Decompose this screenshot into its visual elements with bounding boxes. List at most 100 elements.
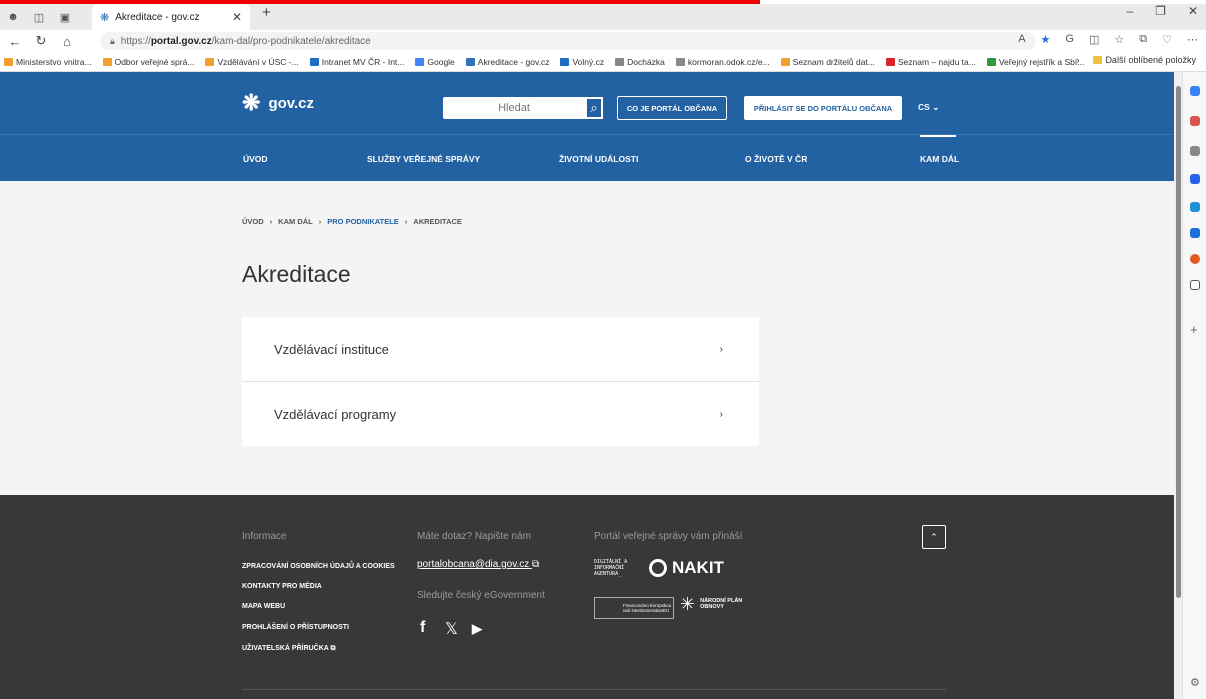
extension-icon[interactable]: G <box>1065 33 1074 46</box>
notes-icon[interactable] <box>1190 280 1200 290</box>
card-divider <box>242 381 759 382</box>
bookmark-item[interactable]: Veřejný rejstřík a Sbí... <box>986 57 1084 67</box>
nakit-logo[interactable]: NAKIT <box>649 558 724 578</box>
breadcrumb-uvod[interactable]: ÚVOD <box>242 217 264 226</box>
drop-icon[interactable] <box>1190 254 1200 264</box>
games-icon[interactable] <box>1190 174 1200 184</box>
profile-icon[interactable]: ☻ <box>0 11 26 23</box>
lock-icon[interactable]: 🔒︎ <box>110 36 115 47</box>
gov-logo[interactable]: ❋ gov.cz <box>242 90 314 116</box>
shopping-icon[interactable] <box>1190 116 1200 126</box>
footer-link-manual[interactable]: UŽIVATELSKÁ PŘÍRUČKA ⧉ <box>242 645 336 653</box>
bookmark-item[interactable]: Ministerstvo vnitra... <box>4 57 92 67</box>
favorite-star-icon[interactable]: ★ <box>1041 33 1051 46</box>
workspaces-icon[interactable]: ◫ <box>26 11 52 24</box>
card-vzdelavaci-instituce[interactable]: Vzdělávací instituce › <box>242 317 759 381</box>
bookmark-item[interactable]: Volný.cz <box>560 57 604 67</box>
breadcrumb-kam-dal[interactable]: KAM DÁL <box>278 217 313 226</box>
sidebar-settings-icon[interactable]: ⚙ <box>1190 676 1200 689</box>
collections-icon[interactable]: ⧉ <box>1139 33 1147 46</box>
footer-link-gdpr[interactable]: ZPRACOVÁNÍ OSOBNÍCH ÚDAJŮ A COOKIES <box>242 563 395 570</box>
facebook-icon[interactable]: f <box>420 619 425 637</box>
menu-item-zivotni-udalosti[interactable]: ŽIVOTNÍ UDÁLOSTI <box>559 154 638 164</box>
x-twitter-icon[interactable]: 𝕏 <box>445 619 458 639</box>
npo-logo[interactable]: ✳ NÁRODNÍ PLÁN OBNOVY <box>680 595 750 613</box>
bookmark-item[interactable]: Docházka <box>615 57 665 67</box>
card-vzdelavaci-programy[interactable]: Vzdělávací programy › <box>242 382 759 446</box>
tools-icon[interactable] <box>1190 146 1200 156</box>
bookmark-item[interactable]: Intranet MV ČR - Int... <box>309 57 404 67</box>
close-window-icon[interactable]: ✕ <box>1188 4 1198 18</box>
outlook-icon[interactable] <box>1190 228 1200 238</box>
more-icon[interactable]: ⋯ <box>1187 33 1198 46</box>
footer-email-link[interactable]: portalobcana@dia.gov.cz ⧉ <box>417 559 539 570</box>
footer-link-media[interactable]: KONTAKTY PRO MÉDIA <box>242 583 322 590</box>
browser-tab[interactable]: ❋ Akreditace - gov.cz ✕ <box>92 4 250 30</box>
refresh-icon[interactable]: ↻ <box>30 33 52 49</box>
home-icon[interactable]: ⌂ <box>56 34 78 49</box>
footer-link-manual-label: UŽIVATELSKÁ PŘÍRUČKA <box>242 645 329 652</box>
eu-logo[interactable]: Financováno Evropskou unií NextGeneratio… <box>594 597 674 619</box>
bookmark-icon <box>465 57 475 66</box>
menu-item-uvod[interactable]: ÚVOD <box>243 154 268 164</box>
dia-logo[interactable]: DIGITÁLNÍ A INFORMAČNÍ AGENTURA_ <box>594 559 646 577</box>
menu-item-o-zivote[interactable]: O ŽIVOTĚ V ČR <box>745 154 807 164</box>
logo-text: gov.cz <box>268 94 315 112</box>
bookmark-item[interactable]: kormoran.odok.cz/e... <box>675 56 770 67</box>
new-tab-button[interactable]: + <box>262 4 271 21</box>
breadcrumb-separator: › <box>269 217 273 226</box>
favorites-icon[interactable]: ☆ <box>1114 33 1124 46</box>
breadcrumb-pro-podnikatele[interactable]: PRO PODNIKATELE <box>327 217 399 226</box>
read-aloud-icon[interactable]: A <box>1018 33 1025 46</box>
bookmark-label: kormoran.odok.cz/e... <box>687 56 770 67</box>
main-content: ÚVOD › KAM DÁL › PRO PODNIKATELE › AKRED… <box>0 181 1174 495</box>
url-field[interactable]: 🔒︎ https://portal.gov.cz/kam-dal/pro-pod… <box>100 32 1036 50</box>
bookmark-icon <box>675 57 685 66</box>
bookmark-item[interactable]: Seznam – najdu ta... <box>885 56 976 67</box>
bookmark-icon <box>102 57 112 66</box>
search-input[interactable] <box>443 102 585 114</box>
split-screen-icon[interactable]: ◫ <box>1089 33 1099 46</box>
menu-item-kam-dal[interactable]: KAM DÁL <box>920 154 959 164</box>
bookmark-item[interactable]: Vzdělávání v ÚSC -... <box>205 57 299 67</box>
site-header: ❋ gov.cz ⌕ CO JE PORTÁL OBČANA PŘIHLÁSIT… <box>0 72 1174 134</box>
scroll-to-top-button[interactable]: ⌃ <box>922 525 946 549</box>
menu-item-sluzby[interactable]: SLUŽBY VEŘEJNÉ SPRÁVY <box>367 154 480 164</box>
card-label: Vzdělávací instituce <box>274 341 389 357</box>
minimize-icon[interactable]: – <box>1126 4 1133 18</box>
restore-icon[interactable]: ❐ <box>1155 4 1166 18</box>
bookmark-item[interactable]: Google <box>415 57 455 67</box>
browser-essentials-icon[interactable]: ♡ <box>1162 33 1172 46</box>
search-button[interactable]: ⌕ <box>585 97 603 119</box>
bookmark-label: Seznam držitelů dat... <box>792 56 875 67</box>
footer-link-accessibility[interactable]: PROHLÁŠENÍ O PŘÍSTUPNOSTI <box>242 624 349 631</box>
bookmark-item[interactable]: Seznam držitelů dat... <box>780 56 875 67</box>
what-is-portal-button[interactable]: CO JE PORTÁL OBČANA <box>617 96 727 120</box>
bookmark-item[interactable]: Akreditace - gov.cz <box>465 57 549 67</box>
bookmark-label: Odbor veřejné sprá... <box>114 56 195 67</box>
scrollbar-thumb[interactable] <box>1176 86 1181 598</box>
bookmark-item[interactable]: Odbor veřejné sprá... <box>102 56 195 67</box>
bookmark-label: Seznam – najdu ta... <box>897 56 976 67</box>
tab-actions-icon[interactable]: ▣ <box>52 11 78 24</box>
footer-link-sitemap[interactable]: MAPA WEBU <box>242 603 285 610</box>
youtube-icon[interactable]: ▶ <box>472 621 482 637</box>
bookmark-icon <box>4 57 13 66</box>
footer-question-heading: Máte dotaz? Napište nám <box>417 531 531 542</box>
add-sidebar-icon[interactable]: + <box>1190 322 1198 337</box>
web-page: ❋ gov.cz ⌕ CO JE PORTÁL OBČANA PŘIHLÁSIT… <box>0 72 1174 699</box>
language-selector[interactable]: CS ⌄ <box>918 102 939 113</box>
office-icon[interactable] <box>1190 202 1200 212</box>
back-icon[interactable]: ← <box>4 34 26 49</box>
copy-icon: ⧉ <box>532 559 540 570</box>
url-path: /kam-dal/pro-podnikatele/akreditace <box>211 35 371 47</box>
bookmark-icon <box>560 57 570 66</box>
external-link-icon: ⧉ <box>330 645 336 652</box>
search-sidebar-icon[interactable] <box>1190 86 1200 96</box>
folder-icon <box>1093 56 1103 64</box>
search-icon: ⌕ <box>590 100 598 115</box>
chevron-right-icon[interactable]: › <box>1076 55 1079 65</box>
close-tab-icon[interactable]: ✕ <box>232 10 242 24</box>
login-button[interactable]: PŘIHLÁSIT SE DO PORTÁLU OBČANA <box>744 96 902 120</box>
other-favorites[interactable]: › Další oblíbené položky <box>1076 55 1196 65</box>
